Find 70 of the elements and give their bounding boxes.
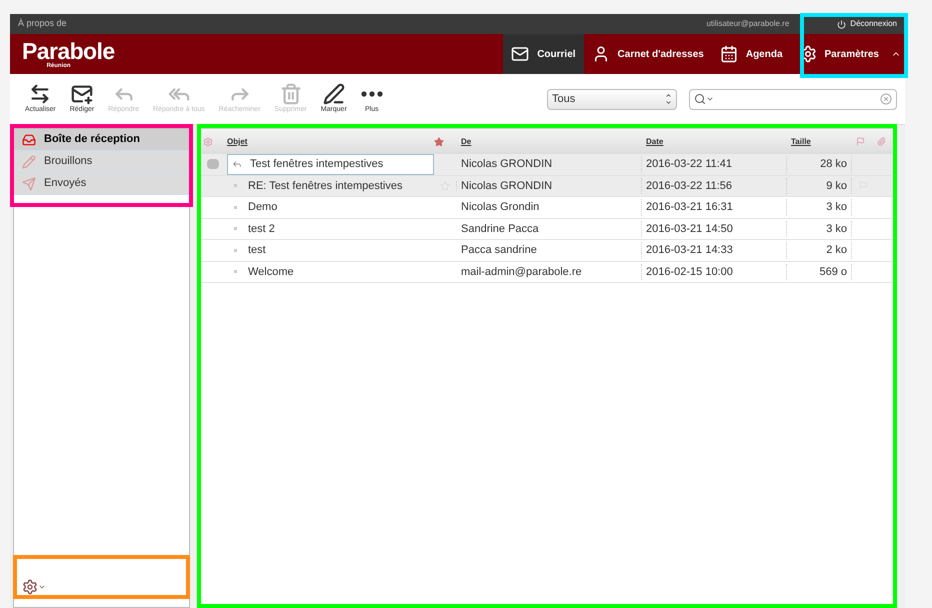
trash-icon <box>280 82 302 105</box>
date-cell: 2016-03-22 11:56 <box>642 178 787 194</box>
filter-select[interactable]: Tous <box>547 88 677 110</box>
calendar-icon <box>720 45 738 63</box>
arrows-icon <box>29 82 52 105</box>
logout-button[interactable]: Déconnexion <box>837 18 897 30</box>
nav-tab[interactable]: Carnet d'adresses <box>584 34 712 74</box>
sender-cell: Nicolas GRONDIN <box>457 178 642 194</box>
message-row[interactable]: test 2 Sandrine Pacca 2016-03-21 14:50 3 ko <box>199 218 896 240</box>
sender-cell: Nicolas GRONDIN <box>457 156 642 172</box>
power-icon <box>837 20 846 28</box>
envelope-icon <box>511 45 530 63</box>
message-row[interactable]: test Pacca sandrine 2016-03-21 14:33 2 ko <box>199 240 896 262</box>
date-cell: 2016-03-21 14:50 <box>642 220 787 237</box>
inbox-icon <box>22 132 36 146</box>
row-checkbox[interactable] <box>207 159 219 170</box>
settings-icon <box>22 579 38 595</box>
size-cell: 9 ko <box>787 178 852 194</box>
size-cell: 3 ko <box>787 220 852 237</box>
settings-icon <box>203 136 213 146</box>
about-link[interactable]: À propos de <box>18 17 67 31</box>
nav-tab[interactable]: Agenda <box>712 34 791 74</box>
message-row[interactable]: Welcome mail-admin@parabole.re 2016-02-15 10:00 569 o <box>199 262 896 283</box>
subject-cell: test 2 <box>227 218 434 239</box>
nav-tab[interactable]: Paramètres <box>790 34 887 74</box>
column-header[interactable]: Date <box>642 136 787 148</box>
subject-cell: Demo <box>227 197 434 218</box>
sender-cell: Sandrine Pacca <box>457 220 642 237</box>
column-header[interactable]: Taille <box>787 136 852 148</box>
search-icon <box>694 93 706 105</box>
message-row[interactable]: Demo Nicolas Grondin 2016-03-21 16:31 3 ko <box>199 197 896 218</box>
flag-icon <box>856 137 865 146</box>
more-icon <box>360 90 383 97</box>
logo: Parabole <box>22 40 115 62</box>
pen-icon <box>322 82 345 105</box>
date-cell: 2016-03-22 11:41 <box>642 156 787 172</box>
down-icon <box>665 99 672 106</box>
star-icon <box>434 136 444 146</box>
size-cell: 2 ko <box>787 242 852 258</box>
sender-cell: mail-admin@parabole.re <box>457 264 642 280</box>
pencil-icon <box>22 154 36 168</box>
folder-item[interactable]: Envoyés <box>14 173 189 195</box>
up-icon <box>665 92 672 99</box>
sender-cell: Pacca sandrine <box>457 242 642 258</box>
caret-icon <box>706 95 714 103</box>
subject-cell: test <box>227 240 434 260</box>
paperclip-icon <box>877 137 886 146</box>
folder-item[interactable]: Boîte de réception <box>14 129 189 151</box>
send-icon <box>22 176 36 190</box>
subject-cell: Welcome <box>227 262 434 282</box>
message-row[interactable]: RE: Test fenêtres intempestives Nicolas GRONDIN 2016-03-22 11:56 9 ko <box>199 176 896 197</box>
column-header[interactable]: Objet <box>227 136 434 148</box>
clear-icon <box>880 93 892 105</box>
search-field[interactable] <box>689 88 897 110</box>
envelope-plus-icon <box>70 82 93 105</box>
user-email: utilisateur@parabole.re <box>706 18 790 30</box>
date-cell: 2016-03-21 16:31 <box>642 199 787 216</box>
column-header[interactable]: De <box>457 136 642 148</box>
subject-cell: RE: Test fenêtres intempestives <box>227 176 434 196</box>
nav-tab[interactable]: Courriel <box>503 34 584 74</box>
folder-item[interactable]: Brouillons <box>14 151 189 173</box>
date-cell: 2016-03-21 14:33 <box>642 242 787 258</box>
size-cell: 569 o <box>787 264 852 280</box>
date-cell: 2016-02-15 10:00 <box>642 264 787 280</box>
size-cell: 28 ko <box>787 156 852 172</box>
caret-icon <box>38 583 46 591</box>
message-row[interactable]: Test fenêtres intempestives Nicolas GRONDIN 2016-03-22 11:41 28 ko <box>199 154 896 176</box>
sender-cell: Nicolas Grondin <box>457 199 642 216</box>
size-cell: 3 ko <box>787 199 852 216</box>
subject-cell: Test fenêtres intempestives <box>227 154 434 174</box>
